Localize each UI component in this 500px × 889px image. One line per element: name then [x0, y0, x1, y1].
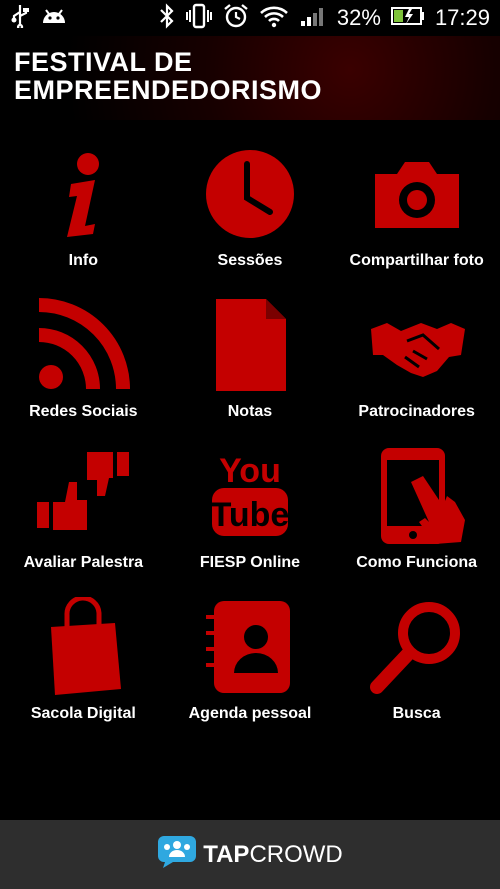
menu-item-fiesp-online[interactable]: You Tube FIESP Online [167, 442, 334, 593]
menu-label-como-funciona: Como Funciona [356, 554, 478, 571]
clock-time: 17:29 [434, 5, 490, 30]
usb-icon [10, 4, 30, 33]
menu-item-agenda-pessoal[interactable]: Agenda pessoal [167, 593, 334, 744]
brand-name-tap: TAP [203, 840, 250, 868]
menu-item-sessoes[interactable]: Sessões [167, 140, 334, 291]
menu-item-sacola-digital[interactable]: Sacola Digital [0, 593, 167, 744]
menu-label-busca: Busca [392, 705, 441, 722]
menu-label-fiesp-online: FIESP Online [199, 554, 301, 571]
smartphone-touch-icon [367, 446, 467, 546]
rss-icon [33, 295, 133, 395]
camera-icon [367, 144, 467, 244]
menu-item-redes-sociais[interactable]: Redes Sociais [0, 291, 167, 442]
bluetooth-icon [159, 2, 175, 34]
youtube-icon: You Tube [200, 446, 300, 546]
menu-item-info[interactable]: Info [0, 140, 167, 291]
svg-text:Tube: Tube [211, 496, 290, 534]
menu-item-compartilhar-foto[interactable]: Compartilhar foto [333, 140, 500, 291]
menu-label-notas: Notas [227, 403, 273, 420]
menu-grid: Info Sessões Compartilhar foto Redes Soc… [0, 140, 500, 745]
menu-item-como-funciona[interactable]: Como Funciona [333, 442, 500, 593]
android-icon [40, 5, 68, 32]
thumbs-icon [33, 446, 133, 546]
info-icon [33, 144, 133, 244]
contact-book-icon [200, 597, 300, 697]
document-icon [200, 295, 300, 395]
wifi-icon [259, 4, 289, 33]
signal-icon [299, 4, 327, 33]
status-bar: 32% 17:29 [0, 0, 500, 36]
menu-label-sessoes: Sessões [217, 252, 283, 269]
menu-item-avaliar-palestra[interactable]: Avaliar Palestra [0, 442, 167, 593]
handshake-icon [367, 295, 467, 395]
title-line-1: FESTIVAL DE [14, 47, 193, 77]
svg-text:You: You [219, 452, 281, 490]
menu-label-redes-sociais: Redes Sociais [29, 403, 138, 420]
battery-percent: 32% [336, 5, 381, 30]
tapcrowd-logo-icon [157, 835, 197, 874]
title-line-2: EMPREENDEDORISMO [14, 75, 323, 105]
page-title: FESTIVAL DE EMPREENDEDORISMO [14, 48, 494, 104]
menu-label-patrocinadores: Patrocinadores [358, 403, 475, 420]
menu-label-avaliar-palestra: Avaliar Palestra [23, 554, 144, 571]
menu-label-agenda-pessoal: Agenda pessoal [188, 705, 312, 722]
shopping-bag-icon [33, 597, 133, 697]
menu-label-sacola-digital: Sacola Digital [30, 705, 136, 722]
alarm-icon [223, 3, 249, 34]
search-icon [367, 597, 467, 697]
brand-name-crowd: CROWD [249, 840, 343, 868]
menu-item-patrocinadores[interactable]: Patrocinadores [333, 291, 500, 442]
menu-item-busca[interactable]: Busca [333, 593, 500, 744]
vibrate-icon [185, 3, 213, 34]
clock-icon [200, 144, 300, 244]
footer-bar: TAP CROWD [0, 820, 500, 889]
app-header: FESTIVAL DE EMPREENDEDORISMO [0, 36, 500, 120]
menu-item-notas[interactable]: Notas [167, 291, 334, 442]
menu-label-compartilhar-foto: Compartilhar foto [349, 252, 484, 269]
battery-icon [390, 6, 425, 31]
menu-label-info: Info [68, 252, 98, 269]
